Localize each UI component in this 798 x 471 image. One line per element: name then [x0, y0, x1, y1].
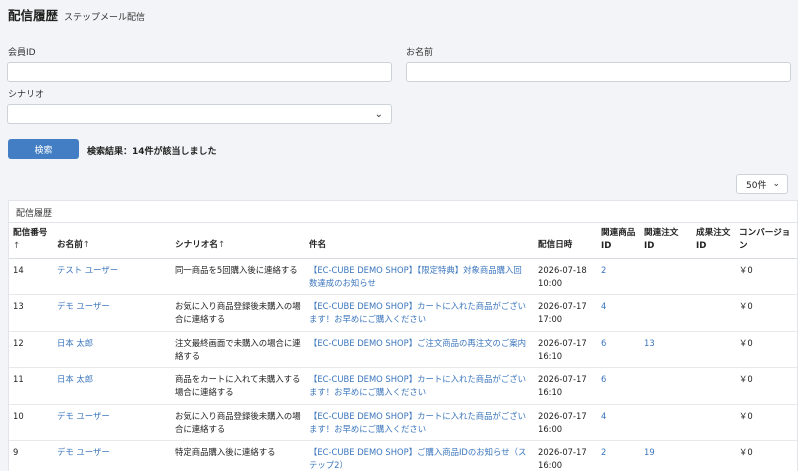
cell-subject-link[interactable]: 【EC-CUBE DEMO SHOP】【限定特典】対象商品購入回数達成のお知らせ — [305, 258, 534, 295]
scenario-select[interactable]: ⌄ — [7, 104, 392, 124]
cell-conversion: ￥0 — [735, 258, 797, 295]
cell-date: 2026-07-17 16:00 — [534, 404, 597, 441]
cell-product-id-link[interactable]: 4 — [597, 404, 640, 441]
cell-date: 2026-07-17 16:10 — [534, 331, 597, 368]
cell-name-link[interactable]: デモ ユーザー — [53, 404, 171, 441]
col-scenario-name[interactable]: シナリオ名↑ — [171, 223, 305, 259]
cell-scenario: 特定商品購入後に連絡する — [171, 440, 305, 471]
chevron-down-icon: ⌄ — [772, 179, 780, 189]
card-title: 配信履歴 — [9, 201, 797, 223]
cell-date: 2026-07-18 10:00 — [534, 258, 597, 295]
col-related-product-id: 関連商品ID — [597, 223, 640, 259]
cell-scenario: 商品をカートに入れて未購入する場合に連絡する — [171, 367, 305, 405]
col-result-order-id: 成果注文ID — [692, 223, 735, 259]
search-button[interactable]: 検索 — [8, 139, 79, 159]
history-card: 配信履歴 配信番号 ↑ お名前↑ シナリオ名↑ 件名 配信日時 関連商品ID 関連… — [8, 200, 798, 471]
scenario-label: シナリオ — [8, 90, 45, 100]
cell-name-link[interactable]: デモ ユーザー — [53, 294, 171, 332]
cell-order-id-link[interactable] — [640, 258, 692, 295]
cell-result-order-id[interactable] — [692, 258, 735, 295]
col-name[interactable]: お名前↑ — [53, 223, 171, 259]
table-row: 11 日本 太郎 商品をカートに入れて未購入する場合に連絡する 【EC-CUBE… — [9, 367, 797, 405]
cell-subject-link[interactable]: 【EC-CUBE DEMO SHOP】ご注文商品の再注文のご案内 — [305, 331, 534, 368]
cell-product-id-link[interactable]: 6 — [597, 367, 640, 405]
page-subtitle: ステップメール配信 — [64, 13, 146, 23]
cell-date: 2026-07-17 17:00 — [534, 294, 597, 332]
cell-name-link[interactable]: 日本 太郎 — [53, 331, 171, 368]
cell-subject-link[interactable]: 【EC-CUBE DEMO SHOP】カートに入れた商品がございます！お早めにご… — [305, 367, 534, 405]
cell-conversion: ￥0 — [735, 331, 797, 368]
cell-scenario: お気に入り商品登録後未購入の場合に連絡する — [171, 404, 305, 441]
cell-order-id-link[interactable] — [640, 294, 692, 332]
cell-result-order-id[interactable] — [692, 404, 735, 441]
cell-no: 14 — [9, 258, 53, 295]
cell-name-link[interactable]: デモ ユーザー — [53, 440, 171, 471]
table-header-row: 配信番号 ↑ お名前↑ シナリオ名↑ 件名 配信日時 関連商品ID 関連注文ID … — [9, 223, 797, 259]
name-label: お名前 — [406, 48, 434, 58]
cell-conversion: ￥0 — [735, 294, 797, 332]
cell-date: 2026-07-17 16:10 — [534, 367, 597, 405]
cell-name-link[interactable]: テスト ユーザー — [53, 258, 171, 295]
cell-order-id-link[interactable] — [640, 367, 692, 405]
cell-result-order-id[interactable] — [692, 331, 735, 368]
col-conversion: コンバージョン — [735, 223, 797, 259]
table-row: 12 日本 太郎 注文最終画面で未購入の場合に連絡する 【EC-CUBE DEM… — [9, 331, 797, 368]
cell-order-id-link[interactable]: 19 — [640, 440, 692, 471]
page-title: 配信履歴 — [8, 8, 59, 23]
page-header: 配信履歴 ステップメール配信 — [8, 5, 145, 24]
cell-subject-link[interactable]: 【EC-CUBE DEMO SHOP】ご購入商品IDのお知らせ（ステップ2） — [305, 440, 534, 471]
cell-subject-link[interactable]: 【EC-CUBE DEMO SHOP】カートに入れた商品がございます！お早めにご… — [305, 404, 534, 441]
cell-product-id-link[interactable]: 4 — [597, 294, 640, 332]
per-page-value: 50件 — [746, 180, 767, 191]
cell-no: 9 — [9, 440, 53, 471]
cell-conversion: ￥0 — [735, 440, 797, 471]
sort-arrow-icon[interactable]: ↑ — [83, 240, 90, 250]
cell-subject-link[interactable]: 【EC-CUBE DEMO SHOP】カートに入れた商品がございます！お早めにご… — [305, 294, 534, 332]
col-subject: 件名 — [305, 223, 534, 259]
search-result-text: 検索結果：14件が該当しました — [87, 147, 217, 157]
cell-conversion: ￥0 — [735, 404, 797, 441]
cell-result-order-id[interactable] — [692, 440, 735, 471]
member-id-label: 会員ID — [8, 48, 36, 58]
cell-order-id-link[interactable] — [640, 404, 692, 441]
cell-no: 13 — [9, 294, 53, 332]
cell-product-id-link[interactable]: 6 — [597, 331, 640, 368]
cell-product-id-link[interactable]: 2 — [597, 258, 640, 295]
col-delivery-no[interactable]: 配信番号 ↑ — [9, 223, 53, 259]
cell-scenario: 注文最終画面で未購入の場合に連絡する — [171, 331, 305, 368]
table-row: 9 デモ ユーザー 特定商品購入後に連絡する 【EC-CUBE DEMO SHO… — [9, 440, 797, 471]
cell-no: 10 — [9, 404, 53, 441]
chevron-down-icon: ⌄ — [374, 109, 383, 120]
cell-product-id-link[interactable]: 2 — [597, 440, 640, 471]
per-page-select[interactable]: 50件 ⌄ — [736, 174, 788, 194]
cell-result-order-id[interactable] — [692, 294, 735, 332]
col-related-order-id: 関連注文ID — [640, 223, 692, 259]
cell-result-order-id[interactable] — [692, 367, 735, 405]
cell-no: 11 — [9, 367, 53, 405]
member-id-input[interactable] — [7, 62, 392, 82]
sort-arrow-icon[interactable]: ↑ — [218, 240, 225, 250]
cell-name-link[interactable]: 日本 太郎 — [53, 367, 171, 405]
cell-order-id-link[interactable]: 13 — [640, 331, 692, 368]
sort-arrow-icon[interactable]: ↑ — [13, 241, 20, 251]
col-delivery-date: 配信日時 — [534, 223, 597, 259]
cell-no: 12 — [9, 331, 53, 368]
cell-date: 2026-07-17 16:00 — [534, 440, 597, 471]
cell-scenario: 同一商品を5回購入後に連絡する — [171, 258, 305, 295]
table-row: 13 デモ ユーザー お気に入り商品登録後未購入の場合に連絡する 【EC-CUB… — [9, 294, 797, 332]
table-row: 10 デモ ユーザー お気に入り商品登録後未購入の場合に連絡する 【EC-CUB… — [9, 404, 797, 441]
cell-scenario: お気に入り商品登録後未購入の場合に連絡する — [171, 294, 305, 332]
name-input[interactable] — [406, 62, 791, 82]
table-row: 14 テスト ユーザー 同一商品を5回購入後に連絡する 【EC-CUBE DEM… — [9, 258, 797, 295]
history-table: 配信番号 ↑ お名前↑ シナリオ名↑ 件名 配信日時 関連商品ID 関連注文ID … — [9, 223, 797, 471]
cell-conversion: ￥0 — [735, 367, 797, 405]
